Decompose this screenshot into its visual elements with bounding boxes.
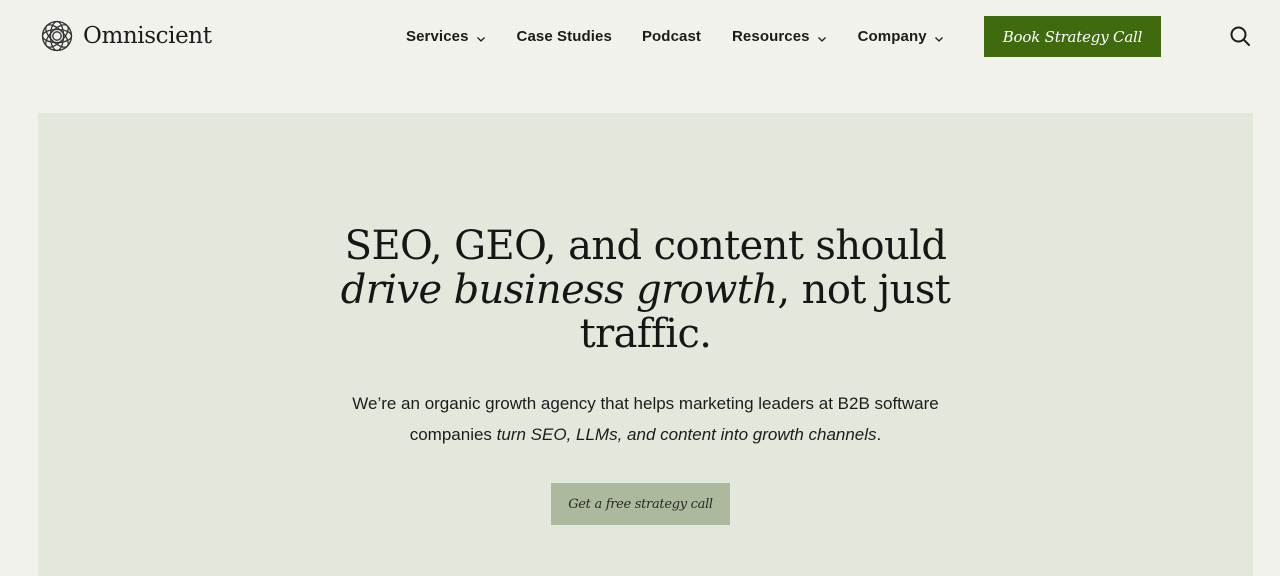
free-strategy-call-button[interactable]: Get a free strategy call <box>551 483 730 525</box>
headline-line-1: SEO, GEO, and content should <box>344 223 947 269</box>
chevron-down-icon <box>476 31 486 42</box>
search-button[interactable] <box>1228 24 1252 48</box>
headline-line-3: traffic. <box>579 311 712 357</box>
headline-emphasis: drive business growth <box>340 267 778 313</box>
headline-line-2: drive business growth, not just <box>38 268 1253 312</box>
search-icon <box>1229 25 1251 47</box>
nav-item-label: Case Studies <box>516 27 612 45</box>
nav-item-label: Podcast <box>641 27 701 45</box>
description-line-1: We’re an organic growth agency that help… <box>352 394 939 413</box>
hero-description: We’re an organic growth agency that help… <box>38 388 1253 450</box>
brand-name: Omniscient <box>83 22 212 49</box>
brand-home-link[interactable]: Omniscient <box>40 18 212 54</box>
description-emphasis: turn SEO, LLMs, and content into growth … <box>496 425 877 444</box>
chevron-down-icon <box>817 31 827 42</box>
site-header: Omniscient Services Case Studies Podcast… <box>0 0 1280 72</box>
nav-item-label: Services <box>406 27 469 45</box>
omniscient-logo-icon <box>40 19 74 53</box>
chevron-down-icon <box>934 31 944 42</box>
nav-item-label: Resources <box>732 27 810 45</box>
book-strategy-call-button[interactable]: Book Strategy Call <box>984 16 1161 57</box>
headline-line-2-rest: , not just <box>777 267 951 313</box>
main-nav: Services Case Studies Podcast Resources … <box>406 24 944 48</box>
hero-headline: SEO, GEO, and content should drive busin… <box>38 224 1253 356</box>
hero-section: SEO, GEO, and content should drive busin… <box>38 113 1253 576</box>
nav-item-label: Company <box>857 27 927 45</box>
nav-item-case-studies[interactable]: Case Studies <box>517 28 612 45</box>
nav-item-resources[interactable]: Resources <box>732 28 827 45</box>
description-line-2-start: companies <box>409 425 497 444</box>
description-line-2-end: . <box>876 425 882 444</box>
nav-item-podcast[interactable]: Podcast <box>642 28 701 45</box>
nav-item-services[interactable]: Services <box>406 28 486 45</box>
nav-item-company[interactable]: Company <box>858 28 944 45</box>
description-line-2: companies turn SEO, LLMs, and content in… <box>38 419 1253 450</box>
